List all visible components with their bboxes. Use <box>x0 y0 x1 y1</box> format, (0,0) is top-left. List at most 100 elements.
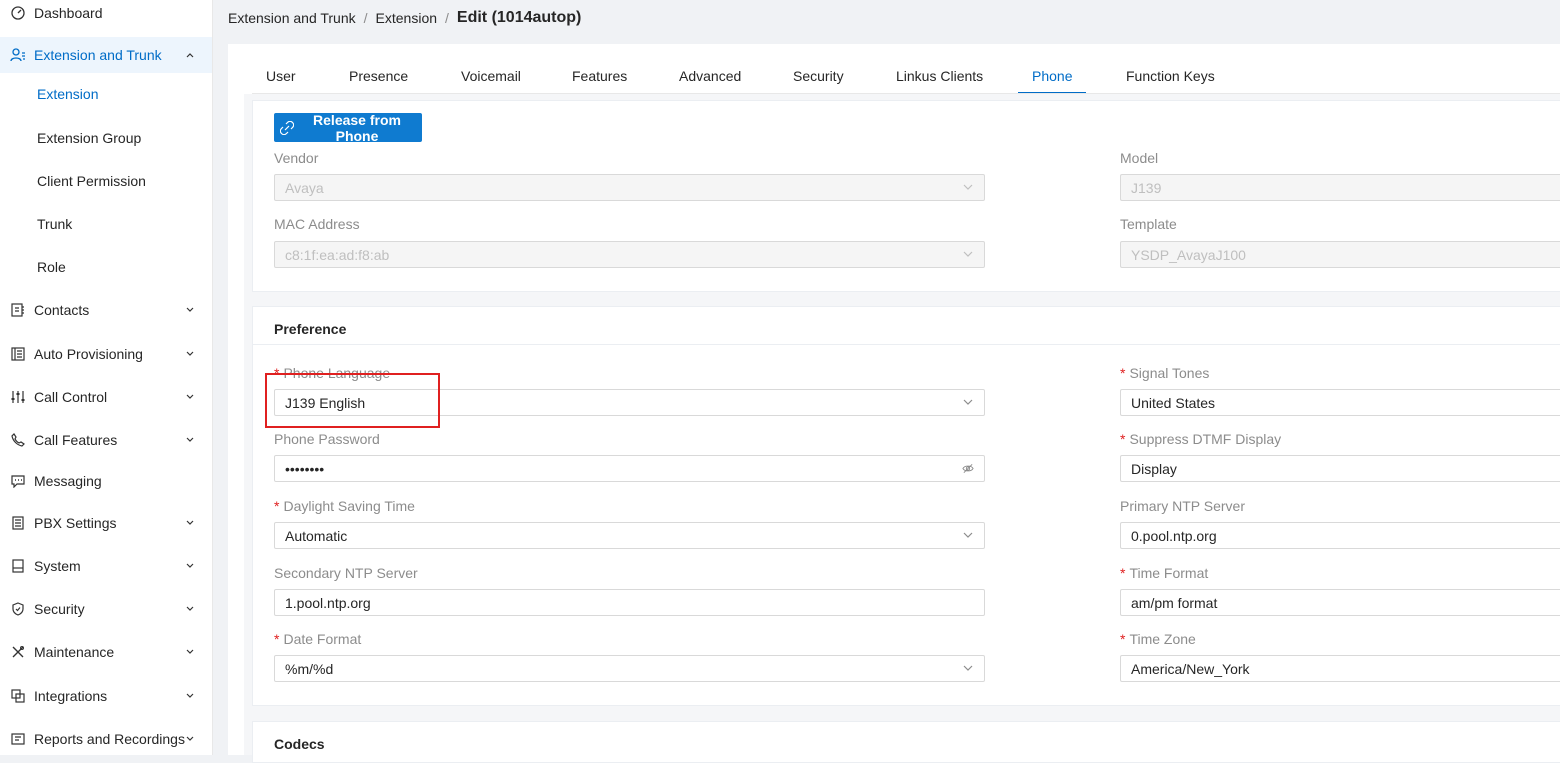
mac-address-label: MAC Address <box>274 216 360 232</box>
sidebar-item-system[interactable]: System <box>0 548 212 584</box>
chevron-up-icon <box>185 50 195 60</box>
codecs-card <box>252 721 1560 763</box>
tab-voicemail[interactable]: Voicemail <box>447 60 535 92</box>
contacts-icon <box>10 302 26 318</box>
sidebar-item-call-control[interactable]: Call Control <box>0 379 212 415</box>
primary-ntp-input[interactable]: 0.pool.ntp.org <box>1120 522 1560 549</box>
daylight-saving-label: * Daylight Saving Time <box>274 498 415 514</box>
sidebar-item-auto-provisioning[interactable]: Auto Provisioning <box>0 336 212 372</box>
chevron-down-icon <box>962 529 974 541</box>
call-control-icon <box>10 389 26 405</box>
chevron-down-icon <box>185 392 195 402</box>
chevron-down-icon <box>185 518 195 528</box>
tab-user[interactable]: User <box>252 60 310 92</box>
date-format-label-text: Date Format <box>283 631 362 647</box>
chevron-down-icon <box>185 435 195 445</box>
sidebar-item-label: Extension Group <box>37 130 142 146</box>
sidebar-subitem-extension[interactable]: Extension <box>0 76 212 112</box>
page-title: Edit (1014autop) <box>456 9 582 26</box>
shield-icon <box>10 601 26 617</box>
date-format-value: %m/%d <box>285 660 334 677</box>
release-from-phone-button[interactable]: Release from Phone <box>274 111 422 144</box>
tab-security[interactable]: Security <box>779 60 858 92</box>
chevron-down-icon <box>962 396 974 408</box>
breadcrumb: Extension and Trunk / Extension / Edit (… <box>228 6 581 30</box>
vendor-select[interactable]: Avaya <box>274 174 985 201</box>
mac-address-select[interactable]: c8:1f:ea:ad:f8:ab <box>274 241 985 268</box>
sidebar-item-integrations[interactable]: Integrations <box>0 678 212 714</box>
release-from-phone-label: Release from Phone <box>313 111 401 144</box>
phone-password-input[interactable]: •••••••• <box>274 455 985 482</box>
required-mark: * <box>1120 431 1126 447</box>
signal-tones-value: United States <box>1131 394 1216 411</box>
chevron-down-icon <box>962 248 974 260</box>
time-zone-select[interactable]: America/New_York <box>1120 655 1560 682</box>
preference-title: Preference <box>274 321 347 337</box>
sidebar-item-label: Role <box>37 259 66 275</box>
required-mark: * <box>274 498 280 514</box>
daylight-saving-select[interactable]: Automatic <box>274 522 985 549</box>
chevron-down-icon <box>185 604 195 614</box>
tab-phone[interactable]: Phone <box>1018 60 1087 94</box>
sidebar-item-label: System <box>34 558 81 574</box>
chevron-down-icon <box>185 349 195 359</box>
suppress-dtmf-select[interactable]: Display <box>1120 455 1560 482</box>
sidebar-item-reports-and-recordings[interactable]: Reports and Recordings <box>0 721 212 757</box>
suppress-dtmf-label-text: Suppress DTMF Display <box>1129 431 1282 447</box>
time-format-value: am/pm format <box>1131 594 1218 611</box>
signal-tones-label: * Signal Tones <box>1120 365 1209 381</box>
template-field: YSDP_AvayaJ100 <box>1120 241 1560 268</box>
sidebar-item-extension-and-trunk[interactable]: Extension and Trunk <box>0 37 212 73</box>
vendor-value: Avaya <box>285 179 324 196</box>
required-mark: * <box>274 631 280 647</box>
system-icon <box>10 558 26 574</box>
sidebar-item-security[interactable]: Security <box>0 591 212 627</box>
time-zone-value: America/New_York <box>1131 660 1250 677</box>
tab-presence[interactable]: Presence <box>335 60 422 92</box>
sidebar-item-dashboard[interactable]: Dashboard <box>0 0 212 31</box>
date-format-label: * Date Format <box>274 631 361 647</box>
signal-tones-select[interactable]: United States <box>1120 389 1560 416</box>
tab-features[interactable]: Features <box>558 60 641 92</box>
secondary-ntp-input[interactable]: 1.pool.ntp.org <box>274 589 985 616</box>
time-format-select[interactable]: am/pm format <box>1120 589 1560 616</box>
required-mark: * <box>1120 565 1126 581</box>
time-zone-label: * Time Zone <box>1120 631 1196 647</box>
phone-language-select[interactable]: J139 English <box>274 389 985 416</box>
sidebar-item-messaging[interactable]: Messaging <box>0 463 212 499</box>
daylight-saving-value: Automatic <box>285 527 348 544</box>
phone-language-label: * Phone Language <box>274 365 390 381</box>
sidebar-item-label: Contacts <box>34 302 90 318</box>
sidebar-item-maintenance[interactable]: Maintenance <box>0 634 212 670</box>
sidebar: Dashboard Extension and Trunk Extension … <box>0 0 213 755</box>
breadcrumb-extension[interactable]: Extension <box>376 10 437 26</box>
sidebar-subitem-role[interactable]: Role <box>0 249 212 285</box>
sidebar-subitem-client-permission[interactable]: Client Permission <box>0 163 212 199</box>
sidebar-item-contacts[interactable]: Contacts <box>0 292 212 328</box>
sidebar-subitem-extension-group[interactable]: Extension Group <box>0 120 212 156</box>
sidebar-item-label: Security <box>34 601 85 617</box>
sidebar-item-call-features[interactable]: Call Features <box>0 422 212 458</box>
sidebar-item-pbx-settings[interactable]: PBX Settings <box>0 505 212 541</box>
sidebar-subitem-trunk[interactable]: Trunk <box>0 206 212 242</box>
breadcrumb-extension-and-trunk[interactable]: Extension and Trunk <box>228 10 356 26</box>
sidebar-item-label: Auto Provisioning <box>34 346 143 362</box>
chevron-down-icon <box>962 662 974 674</box>
chevron-down-icon <box>185 561 195 571</box>
tab-linkus-clients[interactable]: Linkus Clients <box>882 60 997 92</box>
primary-ntp-value: 0.pool.ntp.org <box>1131 527 1217 544</box>
tab-advanced[interactable]: Advanced <box>665 60 755 92</box>
eye-invisible-icon[interactable] <box>962 462 974 474</box>
tools-icon <box>10 644 26 660</box>
chevron-down-icon <box>185 691 195 701</box>
phone-password-value: •••••••• <box>285 460 325 477</box>
sidebar-item-label: Call Features <box>34 432 118 448</box>
tab-function-keys[interactable]: Function Keys <box>1112 60 1229 92</box>
preference-card <box>252 306 1560 706</box>
time-format-label-text: Time Format <box>1129 565 1209 581</box>
settings-icon <box>10 515 26 531</box>
date-format-select[interactable]: %m/%d <box>274 655 985 682</box>
integrations-icon <box>10 688 26 704</box>
breadcrumb-separator: / <box>445 10 449 26</box>
sidebar-item-label: Extension and Trunk <box>34 47 162 63</box>
